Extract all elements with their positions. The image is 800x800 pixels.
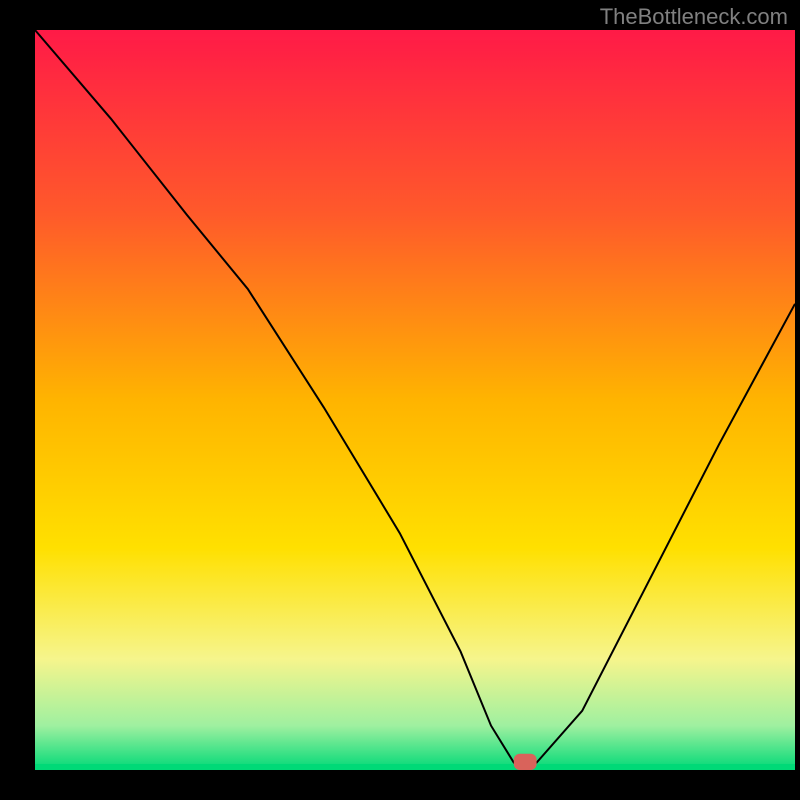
baseline-band — [35, 764, 795, 770]
bottleneck-chart — [0, 0, 800, 800]
optimum-marker — [514, 754, 537, 770]
chart-container: TheBottleneck.com — [0, 0, 800, 800]
plot-background — [35, 30, 795, 770]
watermark-text: TheBottleneck.com — [600, 4, 788, 30]
